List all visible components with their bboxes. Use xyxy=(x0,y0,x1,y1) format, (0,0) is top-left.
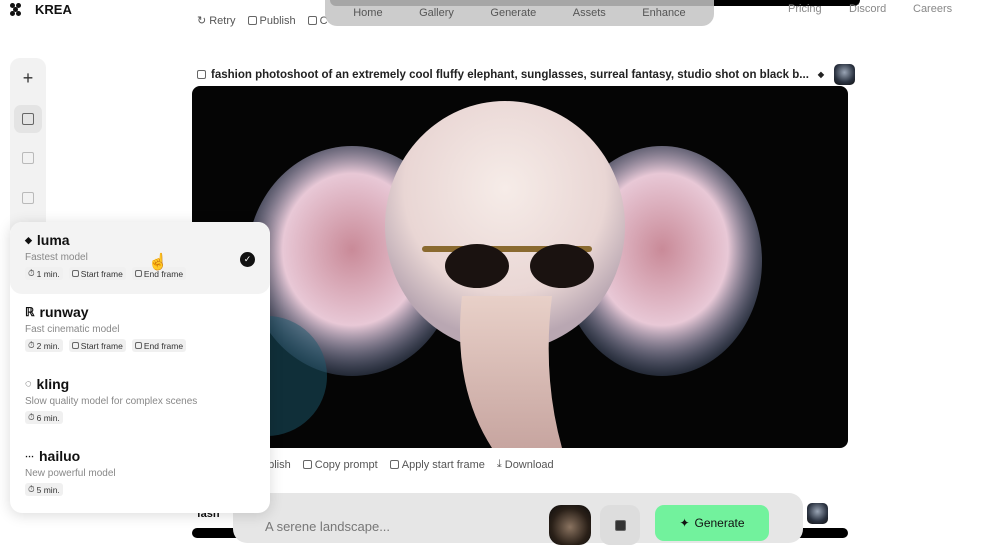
top-actions: ↻ Retry Publish C xyxy=(197,14,328,28)
time-label: 2 min. xyxy=(36,340,60,351)
start-frame-tag: Start frame xyxy=(68,339,126,352)
end-frame-tag: End frame xyxy=(131,339,187,352)
nav-generate[interactable]: Generate xyxy=(490,7,536,19)
image-edit-icon xyxy=(22,113,34,125)
nav-assets[interactable]: Assets xyxy=(573,7,606,19)
plus-icon: + xyxy=(22,67,34,88)
start-frame-tag: Start frame xyxy=(68,267,126,280)
main-nav: Home Gallery Generate Assets Enhance xyxy=(325,0,714,26)
runway-icon: ℝ xyxy=(25,305,35,319)
new-button[interactable]: + xyxy=(14,64,42,92)
brand-name: KREA xyxy=(35,2,72,17)
enhance-tool-button[interactable] xyxy=(14,184,42,212)
next-start-frame-thumbnail[interactable] xyxy=(807,503,828,524)
model-name: kling xyxy=(36,376,70,392)
publish-icon xyxy=(247,16,257,25)
nav-home[interactable]: Home xyxy=(353,7,382,19)
download-icon: ⤓ xyxy=(496,458,502,470)
publish-label: Publish xyxy=(259,14,296,27)
generate-label: Generate xyxy=(694,516,745,530)
time-tag: ⏱ 2 min. xyxy=(25,339,63,352)
image-plus-icon xyxy=(22,192,34,204)
tool-sidebar: + xyxy=(10,58,46,238)
nav-enhance[interactable]: Enhance xyxy=(642,7,685,19)
brand-logo[interactable]: KREA xyxy=(10,2,72,17)
time-tag: ⏱ 1 min. xyxy=(25,267,63,280)
retry-icon: ↻ xyxy=(197,15,207,27)
image-icon xyxy=(71,270,79,277)
selected-check-icon: ✓ xyxy=(240,252,255,267)
model-option-luma[interactable]: ◆ luma Fastest model ⏱ 1 min. Start frame En… xyxy=(10,222,270,294)
generate-button[interactable]: ✦ Generate xyxy=(655,505,769,541)
time-label: 5 min. xyxy=(36,484,60,495)
luma-model-icon: ◆ xyxy=(817,70,825,79)
retry-button[interactable]: ↻ Retry xyxy=(197,14,236,28)
copy-icon xyxy=(389,460,399,469)
time-tag: ⏱ 5 min. xyxy=(25,483,63,496)
image-icon xyxy=(134,342,142,349)
sparkle-icon: ✦ xyxy=(679,516,690,530)
download-button[interactable]: ⤓ Download xyxy=(497,458,554,471)
image-plus-icon xyxy=(614,519,626,531)
elephant-image xyxy=(207,101,762,448)
copy-icon xyxy=(302,460,312,469)
image-icon xyxy=(71,342,79,349)
download-label: Download xyxy=(504,458,554,471)
publish-button[interactable]: Publish xyxy=(247,14,296,27)
copy-prompt-button[interactable]: Copy prompt xyxy=(302,458,378,471)
apply-start-frame-label: Apply start frame xyxy=(401,458,485,471)
time-tag: ⏱ 6 min. xyxy=(25,411,63,424)
add-image-button[interactable] xyxy=(600,505,640,545)
model-description: Fast cinematic model xyxy=(25,324,120,335)
nav-pricing[interactable]: Pricing xyxy=(788,3,822,15)
video-tool-button[interactable] xyxy=(14,144,42,172)
image-actions: ublish Copy prompt Apply start frame ⤓ Do… xyxy=(262,458,554,471)
hailuo-icon: ⋯ xyxy=(25,450,34,461)
model-description: New powerful model xyxy=(25,468,116,479)
tag-label: End frame xyxy=(143,340,184,351)
image-tool-button[interactable] xyxy=(14,105,42,133)
tag-label: Start frame xyxy=(80,268,123,279)
model-description: Slow quality model for complex scenes xyxy=(25,396,198,407)
kling-icon: ◌ xyxy=(25,378,32,390)
model-name: hailuo xyxy=(39,448,81,464)
krea-logo-icon xyxy=(10,3,21,16)
nav-discord[interactable]: Discord xyxy=(849,3,886,15)
copy-icon[interactable] xyxy=(197,70,206,79)
apply-start-frame-button[interactable]: Apply start frame xyxy=(389,458,485,471)
image-icon xyxy=(22,152,34,164)
model-option-kling[interactable]: ◌ kling Slow quality model for complex sc… xyxy=(10,366,270,438)
prompt-row: fashion photoshoot of an extremely cool … xyxy=(197,64,856,85)
copy-prompt-label: Copy prompt xyxy=(314,458,378,471)
retry-label: Retry xyxy=(209,14,236,27)
copy-icon xyxy=(307,16,317,25)
luma-icon: ◆ xyxy=(25,234,32,245)
start-frame-thumbnail[interactable] xyxy=(549,505,591,545)
composer: A serene landscape... ✦ Generate xyxy=(233,493,803,545)
prompt-text: fashion photoshoot of an extremely cool … xyxy=(211,68,809,81)
prompt-input[interactable]: A serene landscape... xyxy=(265,519,390,534)
model-option-hailuo[interactable]: ⋯ hailuo New powerful model ⏱ 5 min. xyxy=(10,438,270,510)
model-name: runway xyxy=(39,304,89,320)
nav-careers[interactable]: Careers xyxy=(913,3,952,15)
model-name: luma xyxy=(36,232,70,248)
tag-label: Start frame xyxy=(80,340,123,351)
time-label: 6 min. xyxy=(36,412,60,423)
nav-gallery[interactable]: Gallery xyxy=(419,7,454,19)
model-option-runway[interactable]: ℝrunway Fast cinematic model ⏱ 2 min. Star… xyxy=(10,294,270,366)
time-label: 1 min. xyxy=(36,268,60,279)
start-frame-thumbnail[interactable] xyxy=(834,64,856,85)
image-icon xyxy=(134,270,142,277)
generated-image[interactable] xyxy=(192,86,848,448)
model-description: Fastest model xyxy=(25,252,88,263)
hand-cursor-icon: ☝ xyxy=(148,254,168,271)
model-dropdown: ◆ luma Fastest model ⏱ 1 min. Start frame En… xyxy=(10,222,270,513)
